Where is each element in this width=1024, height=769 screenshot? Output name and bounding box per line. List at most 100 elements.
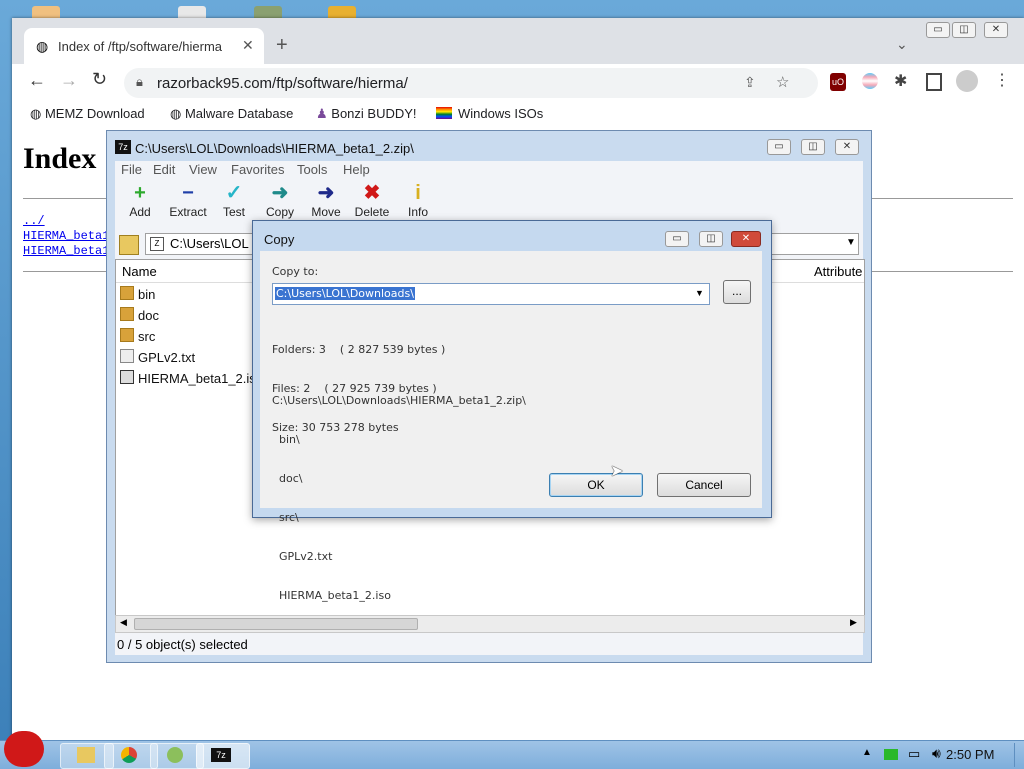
close-tab-icon[interactable]: ✕ xyxy=(242,37,254,54)
tab-strip: ◍ Index of /ftp/software/hierma ✕ + ⌄ ▭ … xyxy=(12,18,1024,64)
text-file-icon xyxy=(120,349,134,363)
list-item[interactable]: GPLv2.txt xyxy=(120,349,195,369)
menu-file[interactable]: File xyxy=(121,162,142,177)
tree-item: src\ xyxy=(272,511,299,524)
add-button[interactable]: + Add xyxy=(115,181,165,227)
forward-icon[interactable]: → xyxy=(60,70,78,91)
file-tree: C:\Users\LOL\Downloads\HIERMA_beta1_2.zi… xyxy=(272,368,526,628)
bookmark-bonzi[interactable]: ♟ Bonzi BUDDY! xyxy=(316,106,417,122)
back-icon[interactable]: ← xyxy=(28,70,46,91)
menu-bar: File Edit View Favorites Tools Help xyxy=(115,161,863,179)
taskbar-7zip[interactable]: 7z xyxy=(196,743,250,769)
up-folder-icon[interactable] xyxy=(119,235,139,255)
parent-link[interactable]: ../ xyxy=(23,214,109,229)
browser-tab[interactable]: ◍ Index of /ftp/software/hierma ✕ xyxy=(24,28,264,64)
globe-icon: ◍ xyxy=(170,106,185,121)
rainbow-flag-icon xyxy=(436,107,452,119)
7zip-icon: 7z xyxy=(115,140,131,154)
tree-item: GPLv2.txt xyxy=(272,550,333,563)
ublock-extension-icon[interactable]: uO xyxy=(830,73,846,91)
bookmark-memz[interactable]: ◍ MEMZ Download xyxy=(30,106,145,122)
file-link[interactable]: HIERMA_beta1 xyxy=(23,229,109,244)
close-button[interactable]: ✕ xyxy=(731,231,761,247)
column-attributes[interactable]: Attribute xyxy=(814,264,862,279)
column-name[interactable]: Name xyxy=(122,264,157,279)
tree-item: HIERMA_beta1_2.iso xyxy=(272,589,391,602)
tree-item: doc\ xyxy=(272,472,303,485)
add-icon: + xyxy=(134,182,146,204)
new-tab-button[interactable]: + xyxy=(276,34,288,57)
copy-to-value[interactable]: C:\Users\LOL\Downloads\ xyxy=(275,287,415,300)
tray-display-icon[interactable]: ▭ xyxy=(908,746,920,762)
extract-icon: − xyxy=(182,182,194,204)
maximize-button[interactable]: ◫ xyxy=(699,231,723,247)
move-icon: ➜ xyxy=(317,182,335,204)
menu-kebab-icon[interactable]: ⋮ xyxy=(994,70,1010,90)
test-icon: ✓ xyxy=(225,182,243,204)
file-link[interactable]: HIERMA_beta1 xyxy=(23,244,109,259)
menu-view[interactable]: View xyxy=(189,162,217,177)
menu-tools[interactable]: Tools xyxy=(297,162,327,177)
browser-toolbar: ← → ↻ 🔒︎ razorback95.com/ftp/software/hi… xyxy=(12,64,1024,102)
tray-network-icon[interactable] xyxy=(884,749,898,760)
clock[interactable]: 2:50 PM xyxy=(946,747,994,762)
minimize-button[interactable]: ▭ xyxy=(926,22,950,38)
close-button[interactable]: ✕ xyxy=(984,22,1008,38)
iso-file-icon xyxy=(120,370,134,384)
tree-item: C:\Users\LOL\Downloads\HIERMA_beta1_2.zi… xyxy=(272,394,526,407)
puzzle-extensions-icon[interactable]: ✱ xyxy=(894,71,907,91)
menu-edit[interactable]: Edit xyxy=(153,162,175,177)
maximize-button[interactable]: ◫ xyxy=(952,22,976,38)
delete-icon: ✖ xyxy=(363,182,381,204)
omnibox[interactable]: 🔒︎ razorback95.com/ftp/software/hierma/ … xyxy=(124,68,818,98)
side-panel-icon[interactable] xyxy=(926,73,942,91)
scroll-right-icon[interactable]: ▶ xyxy=(850,617,857,628)
url-text[interactable]: razorback95.com/ftp/software/hierma/ xyxy=(157,75,408,92)
extension-icon[interactable] xyxy=(862,73,878,89)
page-heading: Index xyxy=(23,142,97,175)
dropdown-arrow-icon[interactable]: ▼ xyxy=(695,288,704,298)
folder-icon xyxy=(120,328,134,342)
status-text: 0 / 5 object(s) selected xyxy=(117,637,248,652)
minimize-button[interactable]: ▭ xyxy=(767,139,791,155)
app-icon xyxy=(167,747,183,763)
show-desktop-button[interactable] xyxy=(1014,743,1023,767)
reload-icon[interactable]: ↻ xyxy=(92,69,107,90)
bookmark-windows-isos[interactable]: Windows ISOs xyxy=(436,106,543,121)
list-item[interactable]: HIERMA_beta1_2.iso xyxy=(120,370,263,390)
dropdown-arrow-icon[interactable]: ▼ xyxy=(846,237,856,248)
list-item[interactable]: bin xyxy=(120,286,155,306)
tab-search-icon[interactable]: ⌄ xyxy=(896,36,908,53)
folder-icon xyxy=(120,307,134,321)
tray-expand-icon[interactable]: ▲ xyxy=(862,747,872,758)
star-icon[interactable]: ☆ xyxy=(776,73,789,91)
zip-file-icon: Z xyxy=(150,237,164,251)
folder-icon xyxy=(77,747,95,763)
copy-to-label: Copy to: xyxy=(272,265,319,278)
scroll-left-icon[interactable]: ◀ xyxy=(120,617,127,628)
mouse-cursor-icon: ➤ xyxy=(610,463,624,480)
minimize-button[interactable]: ▭ xyxy=(665,231,689,247)
list-item[interactable]: doc xyxy=(120,307,159,327)
close-button[interactable]: ✕ xyxy=(835,139,859,155)
taskbar: 7z ▲ ▭ 🔊︎ 2:50 PM xyxy=(0,731,1024,769)
start-button[interactable] xyxy=(4,731,44,767)
extract-button[interactable]: − Extract xyxy=(163,181,213,227)
profile-avatar-icon[interactable] xyxy=(956,70,978,92)
ok-button[interactable]: OK xyxy=(549,473,643,497)
globe-icon: ◍ xyxy=(36,38,49,54)
menu-help[interactable]: Help xyxy=(343,162,370,177)
volume-icon[interactable]: 🔊︎ xyxy=(932,745,941,762)
bookmark-malware-database[interactable]: ◍ Malware Database xyxy=(170,106,293,122)
copy-icon: ➜ xyxy=(271,182,289,204)
browse-button[interactable]: ... xyxy=(723,280,751,304)
share-icon[interactable]: ⇪ xyxy=(744,74,756,91)
info-icon: i xyxy=(415,182,421,204)
folders-summary: Folders: 3 ( 2 827 539 bytes ) xyxy=(272,343,446,356)
menu-favorites[interactable]: Favorites xyxy=(231,162,284,177)
list-item[interactable]: src xyxy=(120,328,155,348)
maximize-button[interactable]: ◫ xyxy=(801,139,825,155)
cancel-button[interactable]: Cancel xyxy=(657,473,751,497)
copy-to-combo[interactable]: C:\Users\LOL\Downloads\ ▼ xyxy=(272,283,710,305)
tree-item: bin\ xyxy=(272,433,300,446)
